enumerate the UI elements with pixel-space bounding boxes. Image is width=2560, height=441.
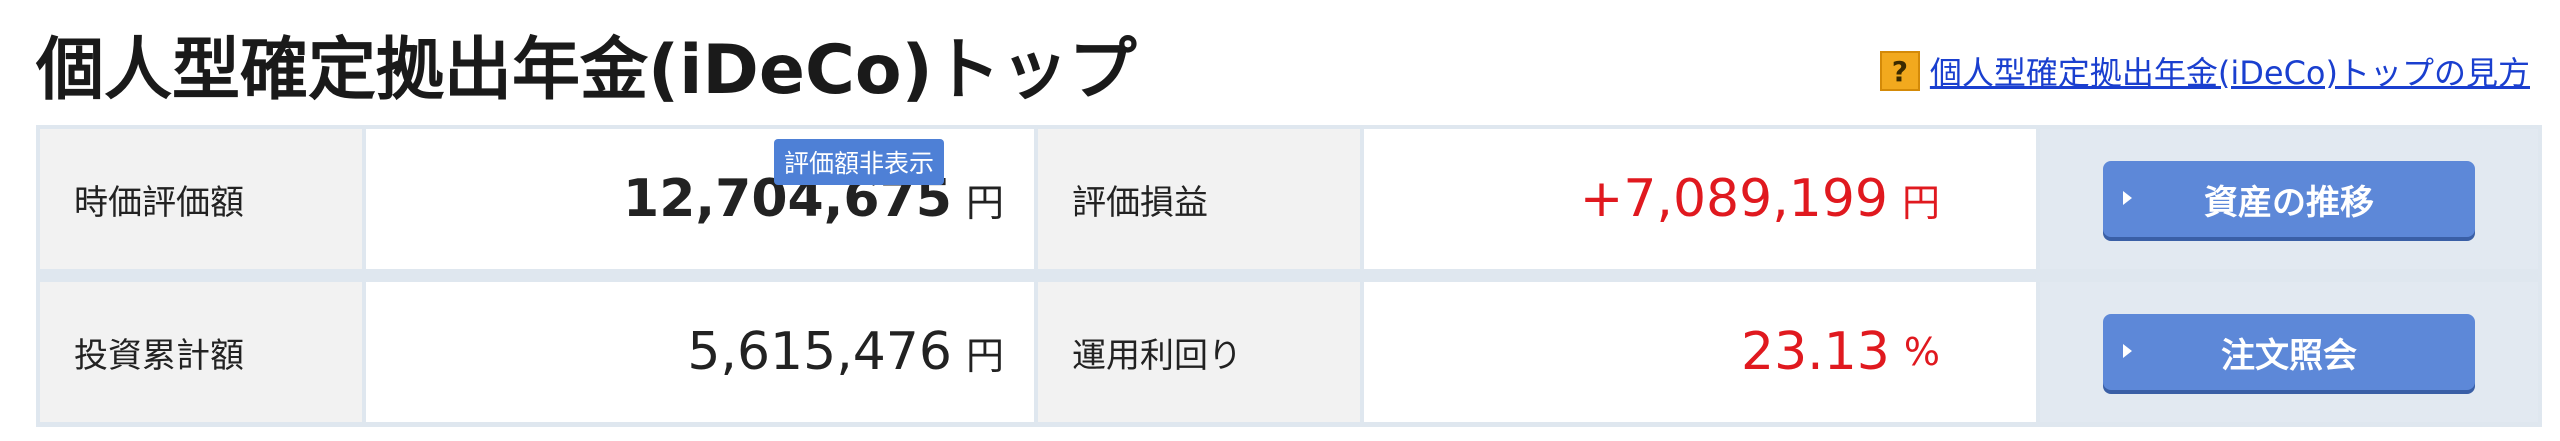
invested-label: 投資累計額	[40, 282, 362, 422]
gain-unit: 円	[1901, 180, 1940, 225]
yield-cell: 23.13%	[1364, 282, 2036, 422]
asset-trend-label: 資産の推移	[2204, 182, 2374, 223]
yield-unit: %	[1903, 330, 1940, 374]
asset-trend-cell: 資産の推移	[2040, 129, 2538, 269]
order-inquiry-button[interactable]: 注文照会	[2103, 314, 2475, 390]
market-value-cell: 評価額非表示 12,704,675 円	[366, 129, 1034, 269]
hide-valuation-button[interactable]: 評価額非表示	[773, 139, 944, 185]
yield-label: 運用利回り	[1038, 282, 1360, 422]
gain-label: 評価損益	[1038, 129, 1360, 269]
order-inquiry-cell: 注文照会	[2040, 282, 2538, 422]
order-inquiry-label: 注文照会	[2221, 335, 2357, 376]
summary-row-1: 時価評価額 評価額非表示 12,704,675 円 評価損益 +7,089,199…	[40, 129, 2538, 269]
asset-trend-button[interactable]: 資産の推移	[2103, 161, 2475, 237]
triangle-right-icon	[2123, 344, 2132, 358]
invested-value: 5,615,476	[687, 322, 952, 382]
help-link[interactable]: 個人型確定拠出年金(iDeCo)トップの見方	[1930, 48, 2530, 94]
invested-cell: 5,615,476 円	[366, 282, 1034, 422]
invested-unit: 円	[965, 333, 1004, 378]
gain-cell: +7,089,199 円	[1364, 129, 2036, 269]
summary-panel: 時価評価額 評価額非表示 12,704,675 円 評価損益 +7,089,199…	[36, 125, 2542, 427]
summary-row-2: 投資累計額 5,615,476 円 運用利回り 23.13% 注文照会	[40, 282, 2538, 422]
help-question-icon[interactable]: ?	[1879, 51, 1920, 91]
help-area: ? 個人型確定拠出年金(iDeCo)トップの見方	[1879, 48, 2530, 94]
yield-value: 23.13	[1741, 322, 1890, 382]
page-title: 個人型確定拠出年金(iDeCo)トップ	[36, 31, 1137, 110]
market-value-unit: 円	[965, 180, 1004, 225]
gain-value: +7,089,199	[1579, 169, 1888, 229]
market-value-label: 時価評価額	[40, 129, 362, 269]
triangle-right-icon	[2123, 191, 2132, 205]
